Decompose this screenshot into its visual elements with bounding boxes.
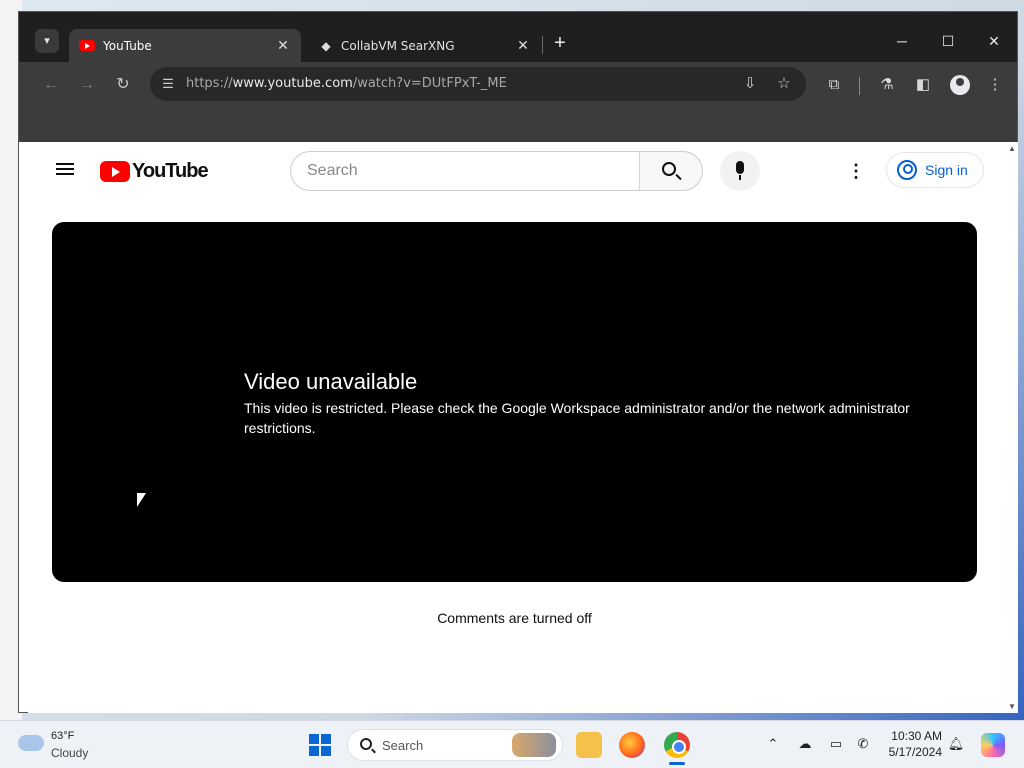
forward-button[interactable]: →: [75, 74, 99, 96]
copilot-icon[interactable]: [981, 733, 1005, 757]
youtube-search-button[interactable]: [639, 151, 703, 191]
sign-in-button[interactable]: Sign in: [886, 152, 984, 188]
youtube-search-input[interactable]: Search: [290, 151, 640, 191]
scroll-down-icon[interactable]: ▼: [1008, 702, 1016, 711]
weather-condition[interactable]: Cloudy: [51, 746, 88, 760]
tab-close-icon[interactable]: ✕: [273, 38, 293, 54]
tab-separator: [542, 36, 543, 54]
bookmark-star-icon[interactable]: ☆: [772, 73, 796, 95]
sign-in-label: Sign in: [925, 162, 968, 178]
microphone-stand: [739, 175, 741, 180]
tab-search-icon[interactable]: ▾: [35, 29, 59, 53]
extensions-icon[interactable]: ⧉: [822, 74, 846, 96]
close-window-button[interactable]: ✕: [979, 30, 1009, 52]
tab-youtube[interactable]: YouTube ✕: [69, 29, 301, 62]
windows-taskbar: 63°F Cloudy Search ⌃ ☁ ▭ ✆ 10:30 AM 5/17…: [0, 720, 1024, 768]
new-tab-button[interactable]: +: [549, 32, 571, 54]
side-panel-icon[interactable]: ◧: [911, 74, 935, 96]
title-bar: ▾ YouTube ✕ ◆ CollabVM SearXNG ✕ + ─ ☐ ✕: [19, 12, 1017, 62]
show-hidden-icons-chevron-icon[interactable]: ⌃: [763, 734, 783, 754]
browser-window: ▾ YouTube ✕ ◆ CollabVM SearXNG ✕ + ─ ☐ ✕…: [18, 11, 1018, 713]
notification-bell-icon[interactable]: 🔔︎: [946, 734, 966, 754]
firefox-icon[interactable]: [619, 732, 645, 758]
maximize-button[interactable]: ☐: [933, 30, 963, 52]
scroll-up-icon[interactable]: ▲: [1008, 144, 1016, 153]
comments-status: Comments are turned off: [437, 610, 592, 626]
toolbar-separator: [859, 77, 860, 95]
error-title: Video unavailable: [244, 369, 418, 394]
account-circle-icon: [897, 160, 917, 180]
mouse-cursor-icon: [137, 493, 146, 507]
voice-search-button[interactable]: [720, 151, 760, 191]
chrome-icon[interactable]: [664, 732, 690, 758]
volume-muted-icon[interactable]: ✆: [853, 734, 873, 754]
searxng-favicon-icon: ◆: [321, 38, 331, 53]
onedrive-offline-icon[interactable]: ☁: [795, 734, 815, 754]
back-button[interactable]: ←: [39, 74, 63, 96]
clock-date[interactable]: 5/17/2024: [882, 745, 942, 759]
search-icon: [662, 162, 676, 176]
video-player[interactable]: Video unavailable This video is restrict…: [52, 222, 977, 582]
file-explorer-icon[interactable]: [576, 732, 602, 758]
youtube-wordmark: YouTube: [132, 159, 209, 182]
youtube-page: YouTube Search ⋮ Sign in Video unavailab…: [28, 142, 1018, 713]
url-scheme: https://: [186, 76, 233, 91]
install-app-icon[interactable]: ⇩: [738, 73, 762, 95]
youtube-favicon-icon: [79, 40, 95, 51]
youtube-logo[interactable]: YouTube: [100, 159, 209, 182]
search-highlight-image: [512, 733, 556, 757]
url-text[interactable]: https://www.youtube.com/watch?v=DUtFPxT-…: [186, 76, 507, 91]
settings-more-icon[interactable]: ⋮: [846, 160, 866, 182]
page-scrollbar[interactable]: ▲ ▼: [1006, 142, 1018, 713]
cloud-icon[interactable]: [18, 735, 44, 751]
taskbar-search-box[interactable]: Search: [347, 729, 563, 761]
search-icon: [360, 738, 372, 750]
clock-time[interactable]: 10:30 AM: [882, 729, 942, 743]
error-message: This video is restricted. Please check t…: [244, 400, 910, 436]
url-host: www.youtube.com: [232, 76, 353, 91]
url-path: /watch?v=DUtFPxT-_ME: [352, 76, 507, 91]
chrome-menu-icon[interactable]: ⋮: [983, 74, 1007, 96]
tab-title: CollabVM SearXNG: [341, 38, 455, 53]
hamburger-menu-icon[interactable]: [53, 160, 77, 180]
youtube-play-icon: [100, 160, 130, 182]
minimize-button[interactable]: ─: [887, 30, 917, 52]
tab-collabvm-searxng[interactable]: ◆ CollabVM SearXNG ✕: [309, 29, 541, 62]
reload-button[interactable]: ↻: [111, 74, 135, 96]
microphone-icon: [736, 161, 744, 174]
browser-toolbar: ← → ↻ ☰ https://www.youtube.com/watch?v=…: [19, 62, 1017, 107]
running-app-indicator: [669, 762, 685, 765]
weather-temperature[interactable]: 63°F: [51, 730, 74, 742]
profile-avatar-icon[interactable]: [950, 75, 970, 95]
address-bar[interactable]: ☰ https://www.youtube.com/watch?v=DUtFPx…: [150, 67, 806, 101]
tab-close-icon[interactable]: ✕: [513, 38, 533, 54]
start-button[interactable]: [309, 734, 331, 756]
toolbar-extension-area: [19, 107, 1017, 142]
site-info-icon[interactable]: ☰: [158, 74, 178, 94]
tab-title: YouTube: [103, 38, 152, 53]
network-icon[interactable]: ▭: [826, 734, 846, 754]
taskbar-search-label: Search: [382, 738, 424, 753]
labs-flask-icon[interactable]: ⚗: [875, 74, 899, 96]
